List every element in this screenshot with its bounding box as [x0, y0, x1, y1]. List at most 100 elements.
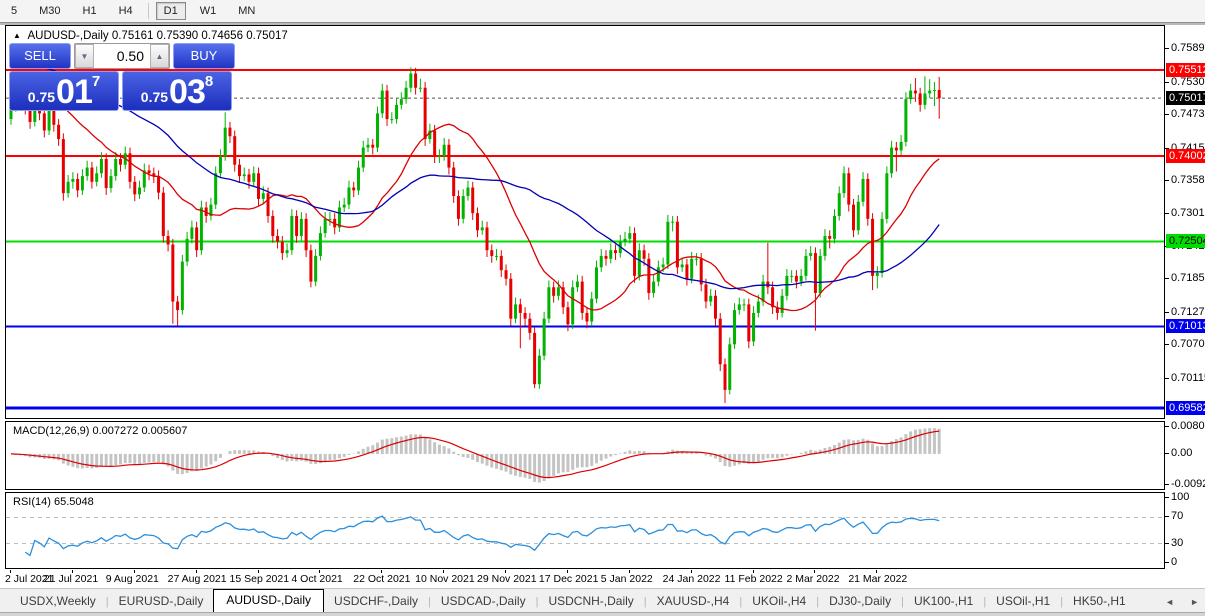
axis-tick-mark [1165, 311, 1169, 313]
price-tick-label: 0.71855 [1171, 272, 1205, 285]
rsi-canvas [6, 515, 1164, 557]
axis-tick-mark [1165, 114, 1169, 116]
tab-scroll-arrows: ◄ ► [1165, 597, 1199, 607]
axis-tick-mark [1165, 484, 1169, 486]
chart-tab-xauusdh4[interactable]: XAUUSD-,H4 [647, 591, 740, 612]
main-price-chart[interactable]: ▲ AUDUSD-,Daily 0.75161 0.75390 0.74656 … [5, 25, 1165, 419]
buy-price-pip: 8 [204, 73, 214, 90]
ohlc-close: 0.75017 [246, 30, 288, 42]
axis-tick-mark [1165, 496, 1169, 498]
price-tick-label: 0.75305 [1171, 75, 1205, 88]
date-label: 15 Sep 2021 [229, 573, 290, 585]
chart-tab-usdcnhdaily[interactable]: USDCNH-,Daily [538, 591, 643, 612]
macd-axis-label: -0.00928 [1171, 478, 1205, 491]
chart-tab-eurusddaily[interactable]: EURUSD-,Daily [109, 591, 214, 612]
timeframe-button-h1[interactable]: H1 [75, 2, 105, 20]
price-tick-label: 0.74735 [1171, 108, 1205, 121]
volume-stepper: ▼ 0.50 ▲ [74, 43, 170, 69]
date-label: 27 Aug 2021 [167, 573, 227, 585]
level-price-label: 0.71013 [1166, 319, 1205, 334]
axis-tick-mark [1165, 180, 1169, 182]
buy-price-big: 03 [169, 73, 206, 111]
level-price-label: 0.74002 [1166, 149, 1205, 164]
macd-value-signal: 0.005607 [141, 425, 188, 437]
macd-axis-label: 0.00 [1171, 446, 1193, 459]
rsi-axis-label: 0 [1171, 556, 1178, 569]
buy-button[interactable]: BUY [173, 43, 235, 69]
chart-tab-audusddaily[interactable]: AUDUSD-,Daily [213, 589, 325, 612]
price-tick-label: 0.71270 [1171, 305, 1205, 318]
volume-increase-icon[interactable]: ▲ [150, 44, 169, 68]
price-axis[interactable]: 0.758900.753050.747350.741500.735800.730… [1165, 25, 1205, 588]
sell-button[interactable]: SELL [9, 43, 71, 69]
macd-value-main: 0.007272 [92, 425, 139, 437]
chart-tab-ukoilh4[interactable]: UKOil-,H4 [742, 591, 816, 612]
chart-tab-hk50h1[interactable]: HK50-,H1 [1063, 591, 1136, 612]
macd-label: MACD(12,26,9) 0.007272 0.005607 [13, 425, 188, 437]
rsi-axis-label: 70 [1171, 510, 1184, 523]
level-price-label: 0.75512 [1166, 62, 1205, 77]
sell-price-box[interactable]: 0.75 01 7 [9, 71, 119, 111]
tab-scroll-right-icon[interactable]: ► [1190, 597, 1199, 607]
chart-workspace: ▲ AUDUSD-,Daily 0.75161 0.75390 0.74656 … [0, 25, 1205, 588]
chart-tab-usdcaddaily[interactable]: USDCAD-,Daily [431, 591, 536, 612]
tab-scroll-left-icon[interactable]: ◄ [1165, 597, 1174, 607]
axis-tick-mark [1165, 542, 1169, 544]
buy-price-prefix: 0.75 [140, 89, 169, 105]
axis-tick-mark [1165, 452, 1169, 454]
ohlc-low: 0.74656 [201, 30, 243, 42]
price-tick-label: 0.70115 [1171, 371, 1205, 384]
buy-price-box[interactable]: 0.75 03 8 [122, 71, 232, 111]
current-bid-price-label: 0.75017 [1166, 91, 1205, 106]
date-label: 2 Mar 2022 [786, 573, 840, 585]
collapse-triangle-icon[interactable]: ▲ [13, 31, 21, 40]
date-label: 24 Jan 2022 [662, 573, 721, 585]
axis-tick-mark [1165, 377, 1169, 379]
axis-tick-mark [1165, 48, 1169, 50]
time-axis[interactable]: 2 Jul 2021 21 Jul 2021 9 Aug 2021 27 Aug 20… [5, 570, 1205, 586]
sell-price-pip: 7 [91, 73, 101, 90]
rsi-value: 65.5048 [53, 496, 94, 508]
chart-tab-uk100h1[interactable]: UK100-,H1 [904, 591, 983, 612]
price-tick-label: 0.73580 [1171, 174, 1205, 187]
macd-indicator-pane[interactable]: MACD(12,26,9) 0.007272 0.005607 [5, 421, 1165, 490]
date-label: 9 Aug 2021 [105, 573, 159, 585]
axis-tick-mark [1165, 278, 1169, 280]
price-tick-label: 0.73010 [1171, 206, 1205, 219]
date-label: 4 Oct 2021 [291, 573, 343, 585]
timeframe-button-5[interactable]: 5 [3, 2, 25, 20]
chart-tab-dj30daily[interactable]: DJ30-,Daily [819, 591, 901, 612]
sell-price-prefix: 0.75 [27, 89, 56, 105]
ohlc-high: 0.75390 [156, 30, 199, 42]
chart-tab-usdxweekly[interactable]: USDX,Weekly [10, 591, 106, 612]
date-label: 11 Feb 2022 [724, 573, 783, 585]
status-bar [0, 612, 1205, 616]
timeframe-button-m30[interactable]: M30 [31, 2, 68, 20]
rsi-indicator-pane[interactable]: RSI(14) 65.5048 [5, 492, 1165, 569]
timeframe-button-mn[interactable]: MN [230, 2, 263, 20]
volume-decrease-icon[interactable]: ▼ [75, 44, 94, 68]
rsi-label: RSI(14) 65.5048 [13, 496, 94, 508]
toolbar-group-separator [147, 3, 149, 19]
date-label: 29 Nov 2021 [477, 573, 537, 585]
timeframe-button-h4[interactable]: H4 [111, 2, 141, 20]
axis-tick-mark [1165, 425, 1169, 427]
level-price-label: 0.69582 [1166, 401, 1205, 416]
price-tick-label: 0.75890 [1171, 42, 1205, 55]
timeframe-button-d1[interactable]: D1 [155, 2, 186, 20]
axis-tick-mark [1165, 81, 1169, 83]
timeframe-button-w1[interactable]: W1 [192, 2, 225, 20]
date-label: 17 Dec 2021 [538, 573, 599, 585]
date-label: 21 Jul 2021 [43, 573, 99, 585]
level-price-label: 0.72504 [1166, 234, 1205, 249]
date-label: 5 Jan 2022 [600, 573, 653, 585]
chart-tab-usdchfdaily[interactable]: USDCHF-,Daily [324, 591, 428, 612]
chart-title: ▲ AUDUSD-,Daily 0.75161 0.75390 0.74656 … [13, 30, 288, 42]
volume-input[interactable]: 0.50 [94, 44, 150, 68]
chart-tab-bar: USDX,Weekly | EURUSD-,Daily AUDUSD-,Daily US… [0, 588, 1205, 612]
axis-tick-mark [1165, 212, 1169, 214]
macd-axis-label: 0.008061 [1171, 419, 1205, 432]
chart-tab-usoilh1[interactable]: USOil-,H1 [986, 591, 1060, 612]
sell-price-big: 01 [56, 73, 93, 111]
timeframe-toolbar: 5 M30 H1 H4 D1 W1 MN [0, 0, 1205, 22]
